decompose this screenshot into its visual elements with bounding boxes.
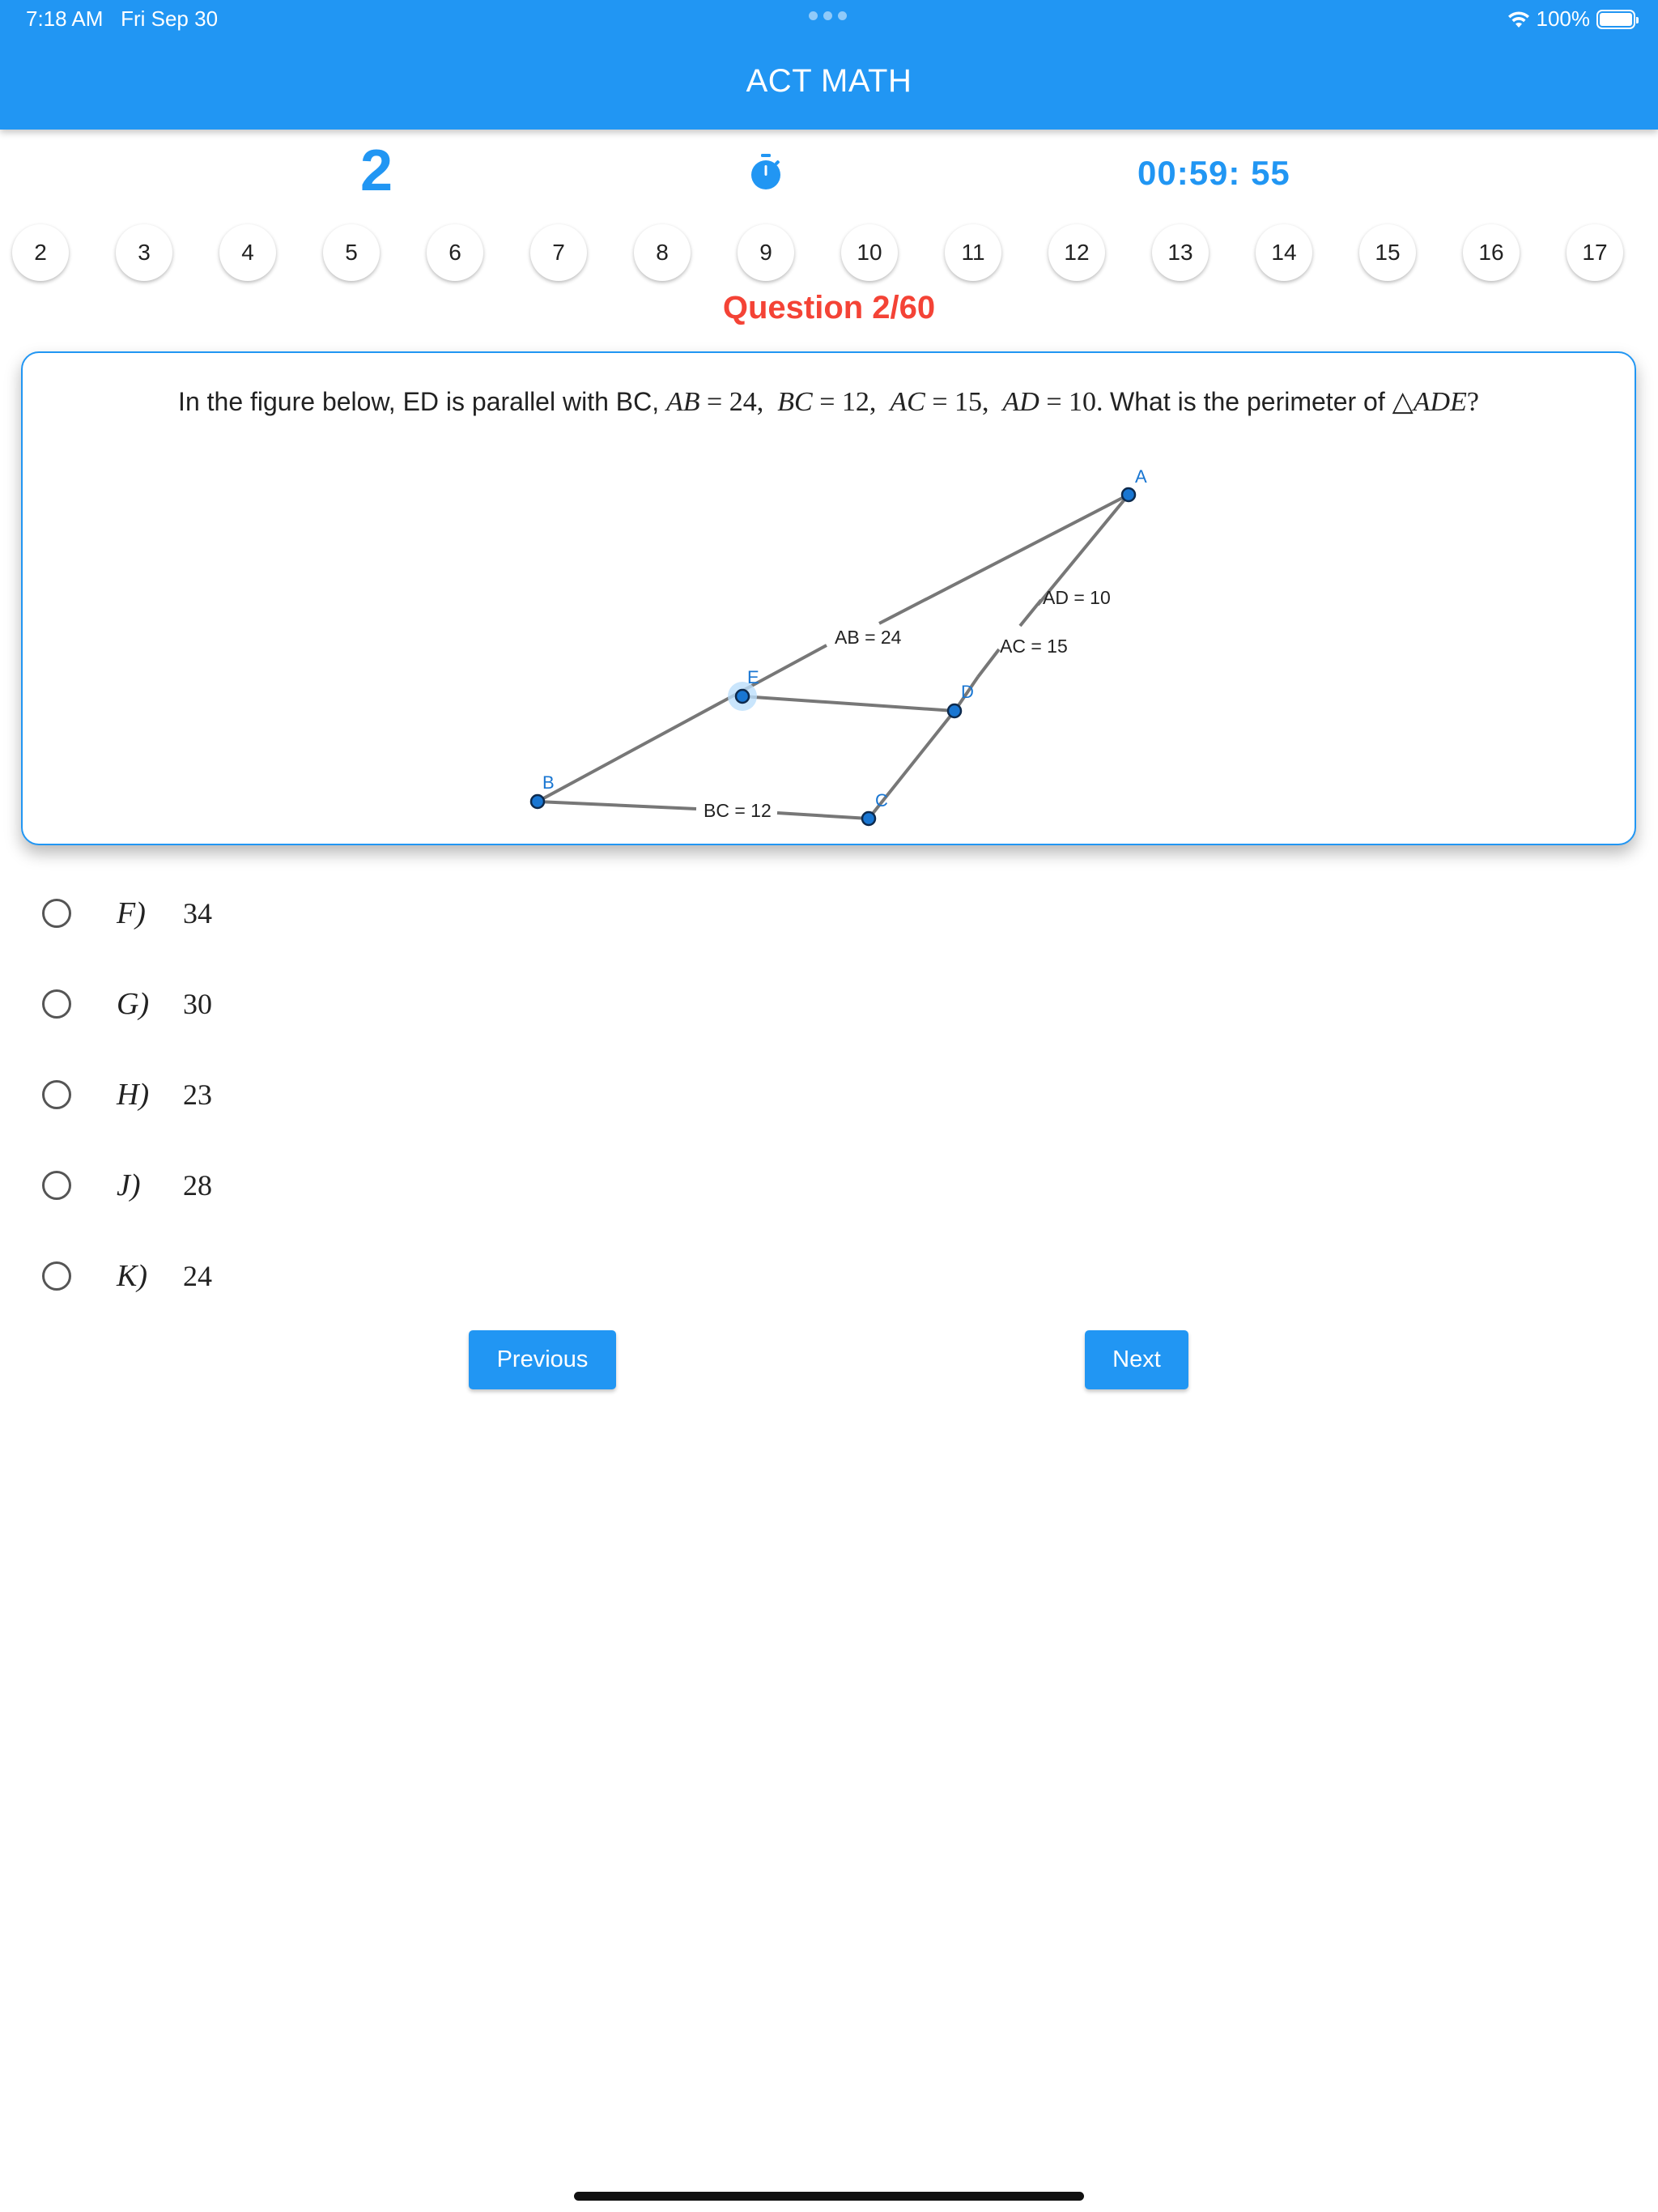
home-indicator[interactable]	[574, 2192, 1084, 2201]
segment-bc-right	[776, 811, 869, 820]
answer-value: 34	[183, 897, 212, 929]
answer-letter: K)	[117, 1259, 147, 1293]
question-number-button[interactable]: 10	[841, 224, 898, 281]
segment-da-small	[1018, 598, 1043, 627]
answer-value: 23	[183, 1078, 212, 1111]
geometry-figure: A B C D E AB = 24 BC = 12 AC = 15 AD = 1…	[529, 466, 1147, 827]
point-label-b: B	[542, 772, 555, 793]
question-number-button[interactable]: 2	[12, 224, 69, 281]
radio-button[interactable]	[42, 1080, 71, 1109]
question-number-button[interactable]: 8	[634, 224, 691, 281]
question-number-button[interactable]: 12	[1048, 224, 1105, 281]
point-d	[946, 703, 963, 719]
answer-value: 28	[183, 1169, 212, 1202]
answer-letter: J)	[117, 1168, 141, 1202]
question-number-button[interactable]: 6	[427, 224, 483, 281]
radio-button[interactable]	[42, 899, 71, 928]
point-a	[1120, 487, 1137, 503]
status-right: 100%	[1507, 6, 1639, 32]
question-number-button[interactable]: 7	[530, 224, 587, 281]
question-number-button[interactable]: 16	[1463, 224, 1520, 281]
answer-letter: F)	[117, 896, 146, 930]
label-ac: AC = 15	[1000, 636, 1068, 657]
label-ad: AD = 10	[1043, 587, 1111, 608]
question-number-button[interactable]: 15	[1359, 224, 1416, 281]
answer-letter: G)	[117, 987, 150, 1021]
answer-value: 30	[183, 988, 212, 1020]
question-number-button[interactable]: 5	[323, 224, 380, 281]
answer-option-f[interactable]: F) 34	[42, 889, 212, 938]
segment-da-low	[976, 648, 1001, 678]
wifi-icon	[1507, 11, 1529, 28]
point-label-c: C	[875, 790, 888, 810]
status-date: Fri Sep 30	[121, 6, 219, 31]
status-time: 7:18 AM Fri Sep 30	[26, 6, 218, 32]
battery-icon	[1596, 9, 1639, 29]
answer-option-j[interactable]: J) 28	[42, 1161, 212, 1210]
radio-button[interactable]	[42, 989, 71, 1019]
app-bar: 7:18 AM Fri Sep 30 100% ACT MATH	[0, 0, 1658, 130]
question-number-button[interactable]: 13	[1152, 224, 1209, 281]
point-label-a: A	[1135, 466, 1147, 487]
question-number-button[interactable]: 9	[738, 224, 794, 281]
point-b	[529, 793, 546, 810]
answer-value: 24	[183, 1260, 212, 1292]
stopwatch-icon	[751, 154, 780, 189]
label-bc: BC = 12	[704, 800, 772, 821]
point-e	[734, 688, 750, 704]
status-clock: 7:18 AM	[26, 6, 104, 31]
countdown-timer: 00:59: 55	[1137, 154, 1290, 192]
question-number-button[interactable]: 11	[945, 224, 1001, 281]
segment-ed	[742, 695, 955, 713]
answer-option-k[interactable]: K) 24	[42, 1252, 212, 1300]
previous-button[interactable]: Previous	[469, 1330, 616, 1389]
radio-button[interactable]	[42, 1171, 71, 1200]
point-c	[861, 810, 877, 827]
label-ab: AB = 24	[835, 627, 902, 648]
question-number-button[interactable]: 14	[1256, 224, 1312, 281]
point-label-e: E	[747, 667, 759, 687]
question-number-strip[interactable]: 2 3 4 5 6 7 8 9 10 11 12 13 14 15 16 17	[0, 224, 1658, 281]
page-title: ACT MATH	[746, 63, 912, 99]
question-number-button[interactable]: 4	[219, 224, 276, 281]
multitasking-dots-icon[interactable]	[809, 11, 847, 20]
question-number-button[interactable]: 3	[116, 224, 172, 281]
segment-bc-left	[537, 800, 697, 810]
segment-ab-lower	[537, 644, 827, 803]
point-label-d: D	[961, 682, 974, 702]
score-counter: 2	[359, 138, 393, 203]
radio-button[interactable]	[42, 1261, 71, 1291]
battery-percent: 100%	[1536, 6, 1591, 31]
answer-option-g[interactable]: G) 30	[42, 980, 212, 1028]
question-number-button[interactable]: 17	[1567, 224, 1623, 281]
question-card: In the figure below, ED is parallel with…	[21, 351, 1636, 845]
question-label: Question 2/60	[722, 290, 936, 325]
answer-option-h[interactable]: H) 23	[42, 1070, 212, 1119]
next-button[interactable]: Next	[1085, 1330, 1188, 1389]
answer-letter: H)	[117, 1078, 150, 1112]
